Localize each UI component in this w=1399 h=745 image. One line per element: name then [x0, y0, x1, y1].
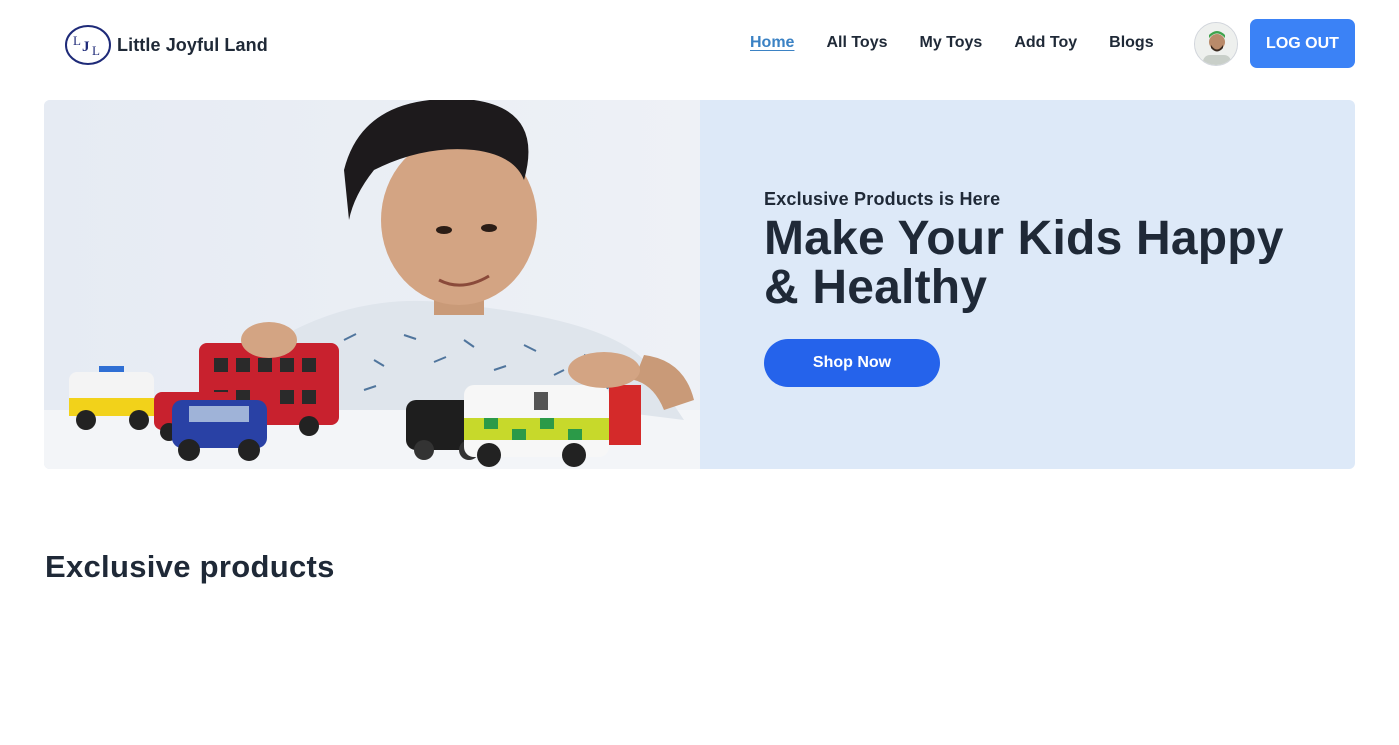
brand-logo-icon: L J L: [65, 25, 111, 65]
svg-text:J: J: [82, 39, 90, 55]
exclusive-products-heading: Exclusive products: [45, 549, 335, 584]
svg-text:L: L: [92, 43, 100, 58]
hero-banner: Exclusive Products is Here Make Your Kid…: [44, 100, 1355, 469]
nav-add-toy-link[interactable]: Add Toy: [1014, 33, 1077, 53]
brand-name: Little Joyful Land: [117, 34, 268, 55]
logout-button[interactable]: LOG OUT: [1250, 19, 1355, 68]
nav-my-toys-link[interactable]: My Toys: [920, 33, 983, 53]
nav-all-toys-link[interactable]: All Toys: [826, 33, 887, 53]
svg-text:L: L: [73, 33, 81, 48]
user-avatar-icon: [1195, 23, 1237, 65]
main-nav: Home All Toys My Toys Add Toy Blogs: [750, 33, 1186, 53]
nav-blogs-link[interactable]: Blogs: [1109, 33, 1153, 53]
navbar: L J L Little Joyful Land Home All Toys M…: [0, 0, 1399, 90]
shop-now-button[interactable]: Shop Now: [764, 339, 940, 387]
hero-text: Exclusive Products is Here Make Your Kid…: [764, 188, 1324, 387]
brand[interactable]: L J L Little Joyful Land: [64, 24, 268, 66]
hero-title: Make Your Kids Happy & Healthy: [764, 212, 1284, 314]
nav-home-link[interactable]: Home: [750, 33, 794, 53]
user-avatar[interactable]: [1194, 22, 1238, 66]
hero-kicker: Exclusive Products is Here: [764, 189, 1001, 209]
hero-image-icon: [44, 100, 700, 469]
